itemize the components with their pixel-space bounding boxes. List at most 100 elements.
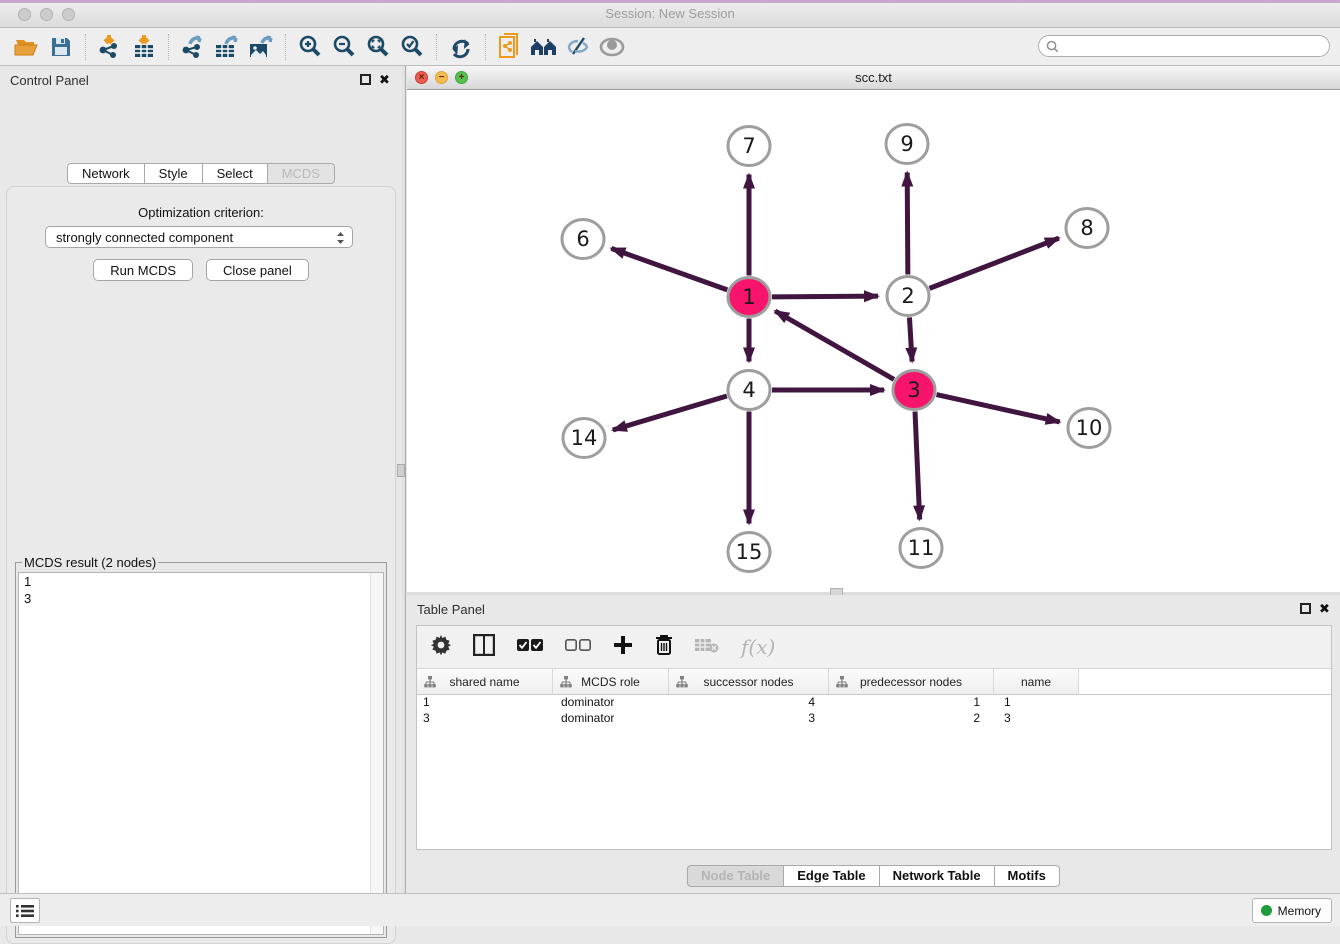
criterion-dropdown[interactable]: strongly connected component xyxy=(45,226,353,248)
edge-3-11[interactable] xyxy=(915,411,920,519)
cell-predecessor-nodes[interactable]: 1 xyxy=(829,695,994,711)
node-15[interactable]: 15 xyxy=(728,533,770,572)
select-all-checkboxes-icon[interactable] xyxy=(517,638,543,657)
node-label: 7 xyxy=(742,134,755,158)
table-row[interactable]: 3dominator323 xyxy=(417,711,1331,727)
cell-shared-name[interactable]: 1 xyxy=(417,695,553,711)
edge-3-10[interactable] xyxy=(936,395,1059,422)
tab-motifs[interactable]: Motifs xyxy=(995,865,1060,887)
delete-table-icon[interactable] xyxy=(695,637,719,658)
dropdown-arrows-icon xyxy=(335,230,346,246)
node-2[interactable]: 2 xyxy=(887,277,929,316)
tab-network-table[interactable]: Network Table xyxy=(880,865,995,887)
cell-name[interactable]: 1 xyxy=(994,695,1079,711)
cell-predecessor-nodes[interactable]: 2 xyxy=(829,711,994,727)
vertical-splitter[interactable] xyxy=(402,66,406,893)
hierarchy-icon xyxy=(676,676,688,688)
network-canvas[interactable]: 7 9 6 8 1 2 4 3 14 10 15 11 xyxy=(407,90,1340,592)
open-session-icon[interactable] xyxy=(10,32,44,62)
export-table-icon[interactable] xyxy=(210,32,244,62)
search-input[interactable] xyxy=(1059,39,1309,53)
node-6[interactable]: 6 xyxy=(562,220,604,259)
export-image-icon[interactable] xyxy=(244,32,278,62)
zoom-out-icon[interactable] xyxy=(327,32,361,62)
node-1[interactable]: 1 xyxy=(728,278,770,317)
edge-1-6[interactable] xyxy=(611,248,727,290)
column-header-shared-name[interactable]: shared name xyxy=(417,669,553,695)
edge-3-1[interactable] xyxy=(775,311,894,379)
cell-shared-name[interactable]: 3 xyxy=(417,711,553,727)
table-row[interactable]: 1dominator411 xyxy=(417,695,1331,711)
tab-style[interactable]: Style xyxy=(145,163,203,184)
node-4[interactable]: 4 xyxy=(728,371,770,410)
cell-successor-nodes[interactable]: 4 xyxy=(669,695,829,711)
column-header-MCDS-role[interactable]: MCDS role xyxy=(553,669,669,695)
clone-network-icon[interactable] xyxy=(493,32,527,62)
close-panel-icon[interactable]: ✖ xyxy=(379,72,390,88)
node-14[interactable]: 14 xyxy=(563,419,605,458)
deselect-all-checkboxes-icon[interactable] xyxy=(565,638,591,657)
close-panel-button[interactable]: Close panel xyxy=(206,259,309,281)
cell-name[interactable]: 3 xyxy=(994,711,1079,727)
tab-select[interactable]: Select xyxy=(203,163,268,184)
node-11[interactable]: 11 xyxy=(900,529,942,568)
column-header-name[interactable]: name xyxy=(994,669,1079,695)
show-graphics-icon[interactable] xyxy=(595,32,629,62)
tab-edge-table[interactable]: Edge Table xyxy=(784,865,879,887)
column-header-predecessor-nodes[interactable]: predecessor nodes xyxy=(829,669,994,695)
edge-4-14[interactable] xyxy=(613,396,727,430)
column-header-successor-nodes[interactable]: successor nodes xyxy=(669,669,829,695)
status-bar: Memory xyxy=(0,893,1340,926)
apply-layout-icon[interactable] xyxy=(444,32,478,62)
import-network-icon[interactable] xyxy=(93,32,127,62)
node-7[interactable]: 7 xyxy=(728,127,770,166)
task-history-button[interactable] xyxy=(10,898,40,923)
edge-2-8[interactable] xyxy=(930,238,1059,288)
mcds-result-line: 3 xyxy=(19,590,383,607)
cell-successor-nodes[interactable]: 3 xyxy=(669,711,829,727)
memory-button[interactable]: Memory xyxy=(1252,898,1332,923)
add-column-icon[interactable] xyxy=(613,635,633,660)
mcds-result-group: MCDS result (2 nodes) 13 xyxy=(15,555,387,938)
float-table-panel-icon[interactable] xyxy=(1300,603,1311,614)
window-titlebar: Session: New Session xyxy=(0,0,1340,28)
function-builder-icon[interactable]: f(x) xyxy=(741,635,775,659)
node-9[interactable]: 9 xyxy=(886,125,928,164)
node-10[interactable]: 10 xyxy=(1068,409,1110,448)
node-label: 11 xyxy=(908,536,935,560)
tab-node-table[interactable]: Node Table xyxy=(687,865,784,887)
table-settings-gear-icon[interactable] xyxy=(431,635,451,660)
import-table-icon[interactable] xyxy=(127,32,161,62)
panel-columns-icon[interactable] xyxy=(473,634,495,661)
vertical-splitter-handle[interactable] xyxy=(397,464,405,477)
close-table-panel-icon[interactable]: ✖ xyxy=(1319,601,1330,617)
mcds-result-text[interactable]: 13 xyxy=(18,572,384,935)
cell-MCDS-role[interactable]: dominator xyxy=(553,695,669,711)
search-icon xyxy=(1046,40,1059,53)
edge-2-9[interactable] xyxy=(907,172,908,274)
cell-MCDS-role[interactable]: dominator xyxy=(553,711,669,727)
run-mcds-button[interactable]: Run MCDS xyxy=(93,259,193,281)
zoom-selected-icon[interactable] xyxy=(395,32,429,62)
edge-1-2[interactable] xyxy=(772,296,878,297)
edge-2-3[interactable] xyxy=(909,317,912,361)
window-title: Session: New Session xyxy=(0,6,1340,21)
first-neighbors-icon[interactable] xyxy=(527,32,561,62)
float-panel-icon[interactable] xyxy=(360,74,371,85)
search-field[interactable] xyxy=(1038,35,1330,57)
node-label: 14 xyxy=(571,426,598,450)
control-panel-title: Control Panel xyxy=(10,73,89,88)
save-session-icon[interactable] xyxy=(44,32,78,62)
result-scrollbar[interactable] xyxy=(370,573,383,934)
zoom-fit-icon[interactable] xyxy=(361,32,395,62)
export-network-icon[interactable] xyxy=(176,32,210,62)
hide-graphics-icon[interactable] xyxy=(561,32,595,62)
network-graph[interactable]: 7 9 6 8 1 2 4 3 14 10 15 11 xyxy=(407,90,1340,592)
delete-column-icon[interactable] xyxy=(655,634,673,660)
list-icon xyxy=(16,904,34,918)
node-8[interactable]: 8 xyxy=(1066,209,1108,248)
node-3[interactable]: 3 xyxy=(893,371,935,410)
zoom-in-icon[interactable] xyxy=(293,32,327,62)
tab-mcds[interactable]: MCDS xyxy=(268,163,335,184)
tab-network[interactable]: Network xyxy=(67,163,145,184)
